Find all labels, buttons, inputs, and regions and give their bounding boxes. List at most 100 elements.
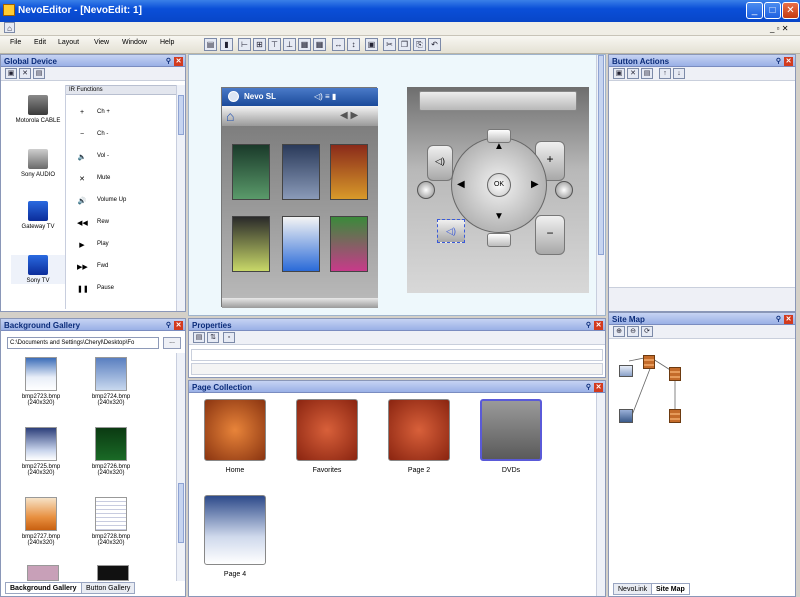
page-thumb-home[interactable]: Home bbox=[203, 399, 267, 474]
close-icon[interactable]: ✕ bbox=[174, 57, 183, 66]
sort-az-icon[interactable]: ⇅ bbox=[207, 332, 219, 343]
tab-site-map[interactable]: Site Map bbox=[651, 583, 690, 595]
browse-button[interactable]: ... bbox=[163, 337, 181, 349]
width-icon[interactable]: ↔ bbox=[332, 38, 345, 51]
align-top-icon[interactable]: ⊤ bbox=[268, 38, 281, 51]
pin-icon[interactable]: ⚲ bbox=[164, 57, 173, 66]
align-left-icon[interactable]: ⊢ bbox=[238, 38, 251, 51]
canvas-scrollbar[interactable] bbox=[596, 55, 605, 315]
home-icon[interactable]: ⌂ bbox=[4, 22, 15, 33]
delete-icon[interactable]: ✕ bbox=[19, 68, 31, 79]
down-arrow-icon[interactable]: ▼ bbox=[494, 211, 504, 222]
pin-icon[interactable]: ⚲ bbox=[774, 57, 783, 66]
device-sony-audio[interactable]: Sony AUDIO bbox=[11, 149, 65, 178]
scroll-thumb[interactable] bbox=[178, 483, 184, 543]
gallery-item[interactable]: bmp2725.bmp (240x320) bbox=[13, 427, 69, 476]
close-button[interactable]: ✕ bbox=[782, 2, 799, 19]
guide-button[interactable] bbox=[555, 181, 573, 199]
pin-icon[interactable]: ⚲ bbox=[584, 321, 593, 330]
tab-nevolink[interactable]: NevoLink bbox=[613, 583, 653, 595]
page-node-dvds[interactable] bbox=[669, 409, 681, 423]
page-thumb-favorites[interactable]: Favorites bbox=[295, 399, 359, 474]
vol-button-selected[interactable]: ◁) bbox=[437, 219, 465, 243]
page-node-favorites[interactable] bbox=[669, 367, 681, 381]
ir-scrollbar[interactable] bbox=[176, 85, 185, 311]
page-scrollbar[interactable] bbox=[596, 393, 605, 596]
menu-layout[interactable]: Layout bbox=[58, 39, 79, 46]
gallery-item[interactable]: bmp2727.bmp (240x320) bbox=[13, 497, 69, 546]
add-action-icon[interactable]: ▣ bbox=[613, 68, 625, 79]
left-arrow-icon[interactable]: ◀ bbox=[457, 179, 465, 190]
device-motorola-cable[interactable]: Motorola CABLE bbox=[11, 95, 65, 124]
align-center-icon[interactable]: ⊞ bbox=[253, 38, 266, 51]
close-icon[interactable]: ✕ bbox=[784, 315, 793, 324]
dvd-cover[interactable] bbox=[282, 216, 320, 272]
gallery-item[interactable]: bmp2726.bmp (240x320) bbox=[83, 427, 139, 476]
menu-help[interactable]: Help bbox=[160, 39, 174, 46]
dvd-cover[interactable] bbox=[232, 144, 270, 200]
page-thumb-page4[interactable]: Page 4 bbox=[203, 495, 267, 578]
align-bottom-icon[interactable]: ⊥ bbox=[283, 38, 296, 51]
home-icon[interactable]: ⌂ bbox=[226, 108, 234, 124]
phone-screen[interactable]: Nevo SL ◁) ≡ ▮ ⌂ ◀ ▶ bbox=[221, 87, 378, 308]
move-down-icon[interactable]: ↓ bbox=[673, 68, 685, 79]
scroll-thumb[interactable] bbox=[178, 95, 184, 135]
close-icon[interactable]: ✕ bbox=[594, 383, 603, 392]
dvd-cover[interactable] bbox=[330, 144, 368, 200]
right-arrow-icon[interactable]: ▶ bbox=[531, 179, 539, 190]
minimize-button[interactable]: _ bbox=[746, 2, 763, 19]
height-icon[interactable]: ↕ bbox=[347, 38, 360, 51]
cut-icon[interactable]: ✂ bbox=[383, 38, 396, 51]
minus-icon[interactable]: − bbox=[535, 215, 565, 255]
pin-icon[interactable]: ⚲ bbox=[584, 383, 593, 392]
arrows-icon[interactable]: ◀ ▶ bbox=[340, 110, 358, 121]
up-button[interactable] bbox=[487, 129, 511, 143]
pin-icon[interactable]: ⚲ bbox=[774, 315, 783, 324]
design-canvas[interactable]: Nevo SL ◁) ≡ ▮ ⌂ ◀ ▶ ◁) + − ◁) OK ▲ ▼ ◀ … bbox=[188, 54, 606, 316]
page-thumb-page2[interactable]: Page 2 bbox=[387, 399, 451, 474]
menu-edit[interactable]: Edit bbox=[34, 39, 46, 46]
down-button[interactable] bbox=[487, 233, 511, 247]
categorized-icon[interactable]: ▤ bbox=[193, 332, 205, 343]
path-field[interactable]: C:\Documents and Settings\Cheryl\Desktop… bbox=[7, 337, 159, 349]
copy-icon[interactable]: ❐ bbox=[398, 38, 411, 51]
property-pages-icon[interactable]: ▫ bbox=[223, 332, 235, 343]
delete-icon[interactable]: ✕ bbox=[627, 68, 639, 79]
tool-icon-1[interactable]: ▤ bbox=[204, 38, 217, 51]
close-icon[interactable]: ✕ bbox=[174, 321, 183, 330]
properties-icon[interactable]: ▤ bbox=[33, 68, 45, 79]
zoom-out-icon[interactable]: ⊖ bbox=[627, 326, 639, 337]
top-buttons[interactable] bbox=[419, 91, 577, 111]
bg-thumbnail[interactable] bbox=[27, 565, 59, 581]
maximize-button[interactable]: □ bbox=[764, 2, 781, 19]
move-up-icon[interactable]: ↑ bbox=[659, 68, 671, 79]
bg-thumbnail[interactable] bbox=[97, 565, 129, 581]
property-grid[interactable] bbox=[191, 349, 603, 361]
refresh-icon[interactable]: ⟳ bbox=[641, 326, 653, 337]
close-icon[interactable]: ✕ bbox=[784, 57, 793, 66]
properties-icon[interactable]: ▤ bbox=[641, 68, 653, 79]
page-node-home[interactable] bbox=[643, 355, 655, 369]
gallery-item[interactable]: bmp2728.bmp (240x320) bbox=[83, 497, 139, 546]
menu-window[interactable]: Window bbox=[122, 39, 147, 46]
pin-icon[interactable]: ⚲ bbox=[164, 321, 173, 330]
undo-icon[interactable]: ↶ bbox=[428, 38, 441, 51]
volume-icon[interactable]: ◁) bbox=[427, 145, 453, 181]
device-node-icon[interactable] bbox=[619, 409, 633, 423]
zoom-in-icon[interactable]: ⊕ bbox=[613, 326, 625, 337]
grid-icon[interactable]: ▦ bbox=[298, 38, 311, 51]
back-button[interactable] bbox=[417, 181, 435, 199]
gallery-item[interactable]: bmp2724.bmp (240x320) bbox=[83, 357, 139, 406]
mdi-controls[interactable]: _ ▫ ✕ bbox=[770, 24, 788, 33]
close-icon[interactable]: ✕ bbox=[594, 321, 603, 330]
tab-button-gallery[interactable]: Button Gallery bbox=[81, 582, 136, 594]
device-node-icon[interactable] bbox=[619, 365, 633, 377]
tool-icon-2[interactable]: ▮ bbox=[220, 38, 233, 51]
menu-view[interactable]: View bbox=[94, 39, 109, 46]
dvd-cover[interactable] bbox=[232, 216, 270, 272]
tab-background-gallery[interactable]: Background Gallery bbox=[5, 582, 82, 594]
gallery-scrollbar[interactable] bbox=[176, 353, 185, 581]
dvd-cover[interactable] bbox=[282, 144, 320, 200]
device-gateway-tv[interactable]: Gateway TV bbox=[11, 201, 65, 230]
scroll-thumb[interactable] bbox=[598, 55, 604, 255]
